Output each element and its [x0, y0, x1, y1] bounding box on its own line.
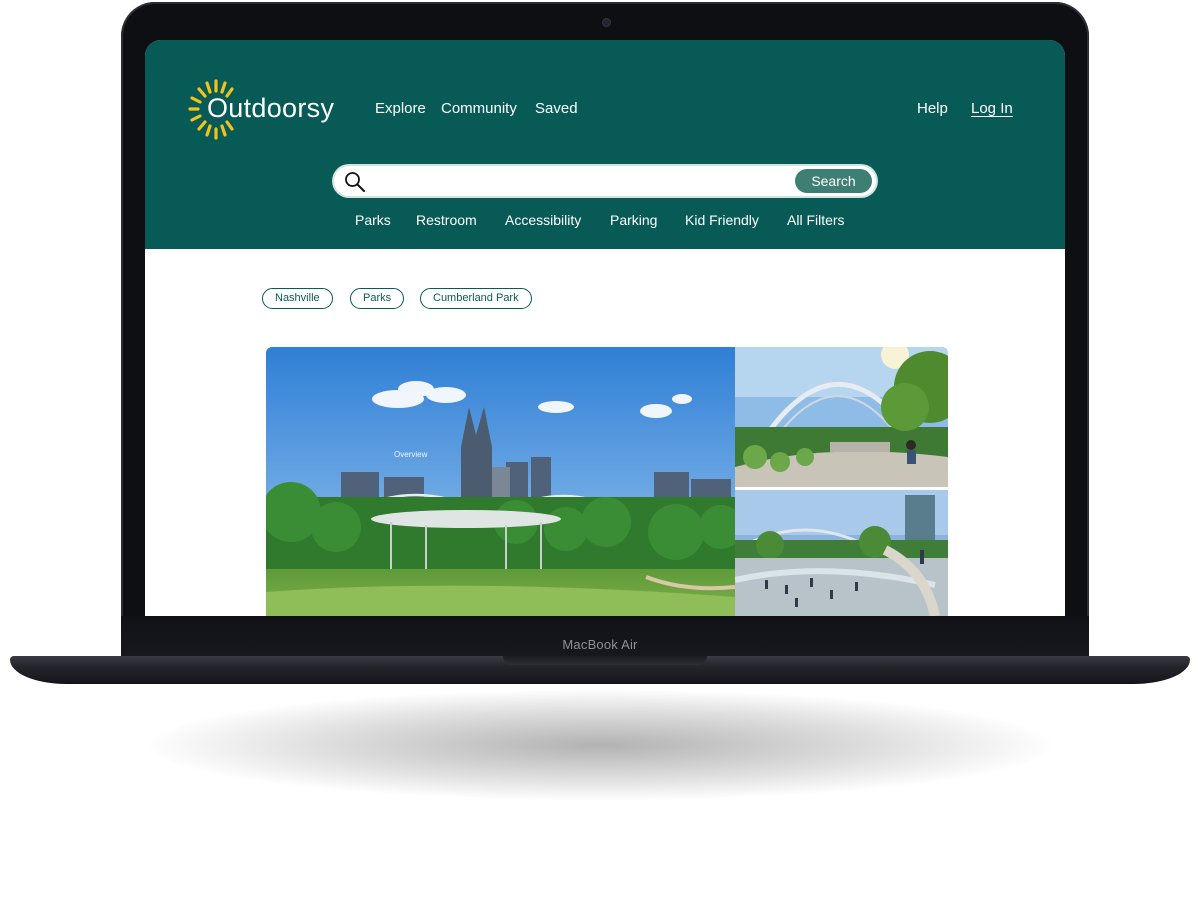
filter-parking[interactable]: Parking [610, 212, 657, 228]
nav-login[interactable]: Log In [971, 100, 1013, 117]
park-splash-pad-photo[interactable] [735, 490, 948, 616]
nav-explore[interactable]: Explore [375, 100, 426, 117]
nav-community[interactable]: Community [441, 100, 517, 117]
logo-text: Outdoorsy [207, 93, 335, 123]
breadcrumb-parks[interactable]: Parks [350, 288, 405, 309]
laptop-shadow [150, 690, 1050, 800]
nav-saved[interactable]: Saved [535, 100, 578, 117]
overview-label: Overview [394, 450, 428, 459]
park-bridge-photo[interactable] [735, 347, 948, 487]
filter-kid-friendly[interactable]: Kid Friendly [685, 212, 759, 228]
browser-screen: Outdoorsy Explore Community Saved Help L… [145, 40, 1065, 616]
webcam [603, 19, 610, 26]
site-header: Outdoorsy Explore Community Saved Help L… [145, 40, 1065, 249]
laptop-hinge-notch [503, 656, 707, 665]
photo-gallery: Overview [266, 347, 948, 616]
search-button[interactable]: Search [795, 169, 872, 193]
search-input[interactable] [370, 170, 784, 194]
model-label: MacBook Air [562, 637, 638, 652]
filter-all-filters[interactable]: All Filters [787, 212, 845, 228]
search-icon [345, 172, 365, 192]
logo[interactable]: Outdoorsy [187, 77, 347, 141]
filter-restroom[interactable]: Restroom [416, 212, 477, 228]
search-bar: Search [334, 166, 876, 196]
breadcrumb-cumberland-park[interactable]: Cumberland Park [420, 288, 532, 309]
filter-parks[interactable]: Parks [355, 212, 391, 228]
filter-accessibility[interactable]: Accessibility [505, 212, 581, 228]
nav-help[interactable]: Help [917, 100, 948, 117]
park-overview-photo[interactable] [266, 347, 735, 616]
breadcrumb-nashville[interactable]: Nashville [262, 288, 333, 309]
